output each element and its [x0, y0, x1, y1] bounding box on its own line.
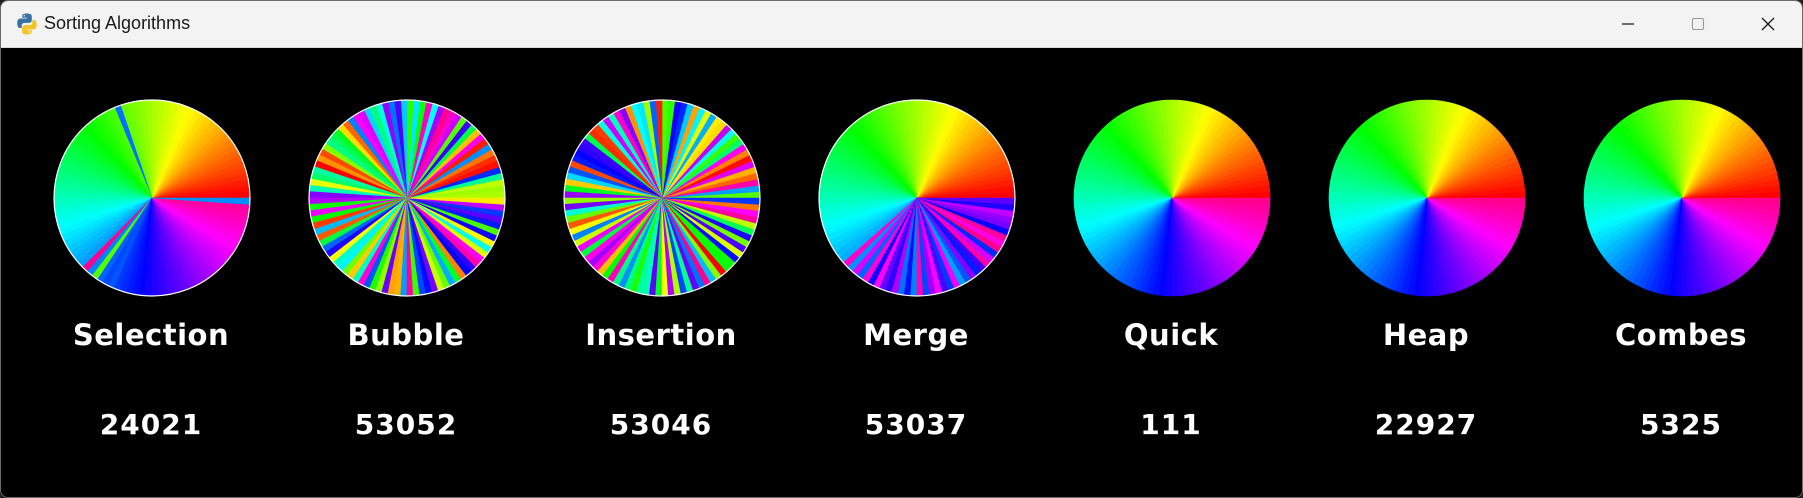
- window-title: Sorting Algorithms: [44, 13, 191, 33]
- comparison-count: 53037: [864, 408, 968, 441]
- maximize-button[interactable]: [1663, 1, 1733, 47]
- algorithm-name: Bubble: [347, 318, 465, 352]
- panel-insertion: Insertion 53046: [541, 48, 781, 497]
- maximize-icon: [1691, 17, 1705, 31]
- python-icon: [15, 12, 39, 36]
- comparison-count: 53052: [354, 408, 458, 441]
- panel-merge: Merge 53037: [796, 48, 1036, 497]
- color-wheel: [53, 99, 251, 297]
- color-wheel: [563, 99, 761, 297]
- title-bar[interactable]: Sorting Algorithms: [1, 1, 1802, 48]
- close-icon: [1761, 17, 1775, 31]
- panel-quick: Quick 111: [1051, 48, 1291, 497]
- app-window: Sorting Algorithms Selection 24021 Bubbl…: [0, 0, 1803, 498]
- close-button[interactable]: [1733, 1, 1802, 47]
- algorithm-name: Merge: [863, 318, 969, 352]
- color-wheel: [1073, 99, 1271, 297]
- algorithm-name: Quick: [1123, 318, 1219, 352]
- algorithm-name: Combes: [1614, 318, 1748, 352]
- color-wheel: [308, 99, 506, 297]
- comparison-count: 22927: [1374, 408, 1478, 441]
- minimize-icon: [1622, 23, 1634, 25]
- algorithm-name: Insertion: [585, 318, 737, 352]
- minimize-button[interactable]: [1593, 1, 1663, 47]
- color-wheel: [818, 99, 1016, 297]
- panel-heap: Heap 22927: [1306, 48, 1546, 497]
- comparison-count: 24021: [99, 408, 203, 441]
- panel-combes: Combes 5325: [1561, 48, 1801, 497]
- panel-bubble: Bubble 53052: [286, 48, 526, 497]
- color-wheel: [1328, 99, 1526, 297]
- sort-canvas: Selection 24021 Bubble 53052 Insertion 5…: [1, 48, 1802, 497]
- comparison-count: 111: [1140, 408, 1202, 441]
- panel-selection: Selection 24021: [31, 48, 271, 497]
- algorithm-name: Selection: [72, 318, 230, 352]
- color-wheel: [1583, 99, 1781, 297]
- algorithm-name: Heap: [1382, 318, 1470, 352]
- comparison-count: 5325: [1640, 408, 1722, 441]
- comparison-count: 53046: [609, 408, 713, 441]
